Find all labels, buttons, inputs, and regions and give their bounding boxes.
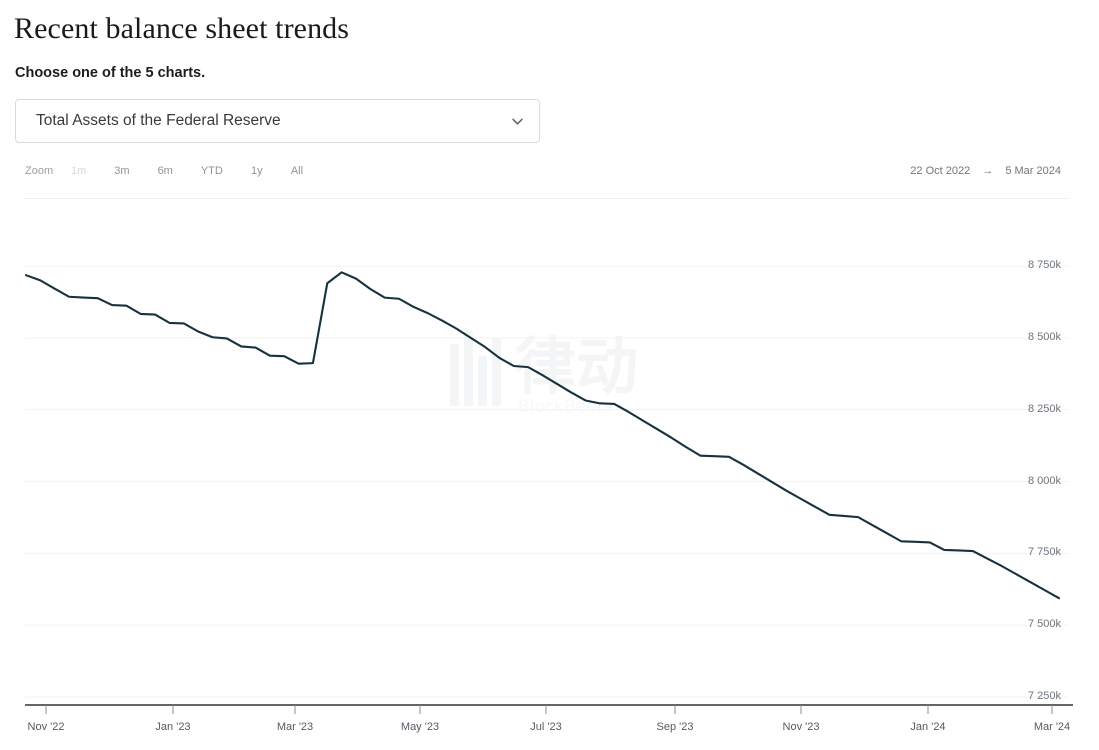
watermark: 律动 BlockBeats — [448, 322, 678, 417]
chart-select[interactable]: Total Assets of the Federal Reserve — [15, 99, 540, 143]
page-root: Recent balance sheet trends Choose one o… — [0, 0, 1099, 750]
x-tick-label: Mar '23 — [276, 721, 314, 733]
chart-gridlines — [25, 265, 1069, 698]
page-title: Recent balance sheet trends — [14, 12, 350, 45]
chart-select-value: Total Assets of the Federal Reserve — [36, 112, 281, 129]
zoom-button-1y[interactable]: 1y — [242, 162, 272, 180]
zoom-button-6m[interactable]: 6m — [149, 162, 182, 180]
y-tick-label: 8 250k — [1027, 402, 1061, 415]
y-tick-label: 7 250k — [1027, 690, 1061, 702]
x-tick-label: Jan '24 — [910, 721, 946, 733]
x-tick-label: Nov '23 — [782, 721, 820, 733]
zoom-button-ytd[interactable]: YTD — [192, 162, 232, 180]
date-range-to[interactable]: 5 Mar 2024 — [1005, 165, 1061, 177]
x-tick-label: Jan '23 — [155, 721, 191, 733]
x-tick-label: Nov '22 — [27, 721, 65, 733]
zoom-button-all[interactable]: All — [282, 162, 312, 180]
x-tick-label: Mar '24 — [1033, 721, 1071, 733]
x-tick-label: Jul '23 — [530, 721, 562, 733]
y-tick-label: 8 750k — [1027, 259, 1061, 271]
y-tick-label: 8 000k — [1027, 474, 1061, 487]
date-range-arrow-icon: → — [982, 165, 994, 177]
date-range-from[interactable]: 22 Oct 2022 — [910, 165, 970, 177]
chart-x-axis — [25, 704, 1073, 714]
page-subtitle: Choose one of the 5 charts. — [15, 65, 206, 81]
zoom-button-3m[interactable]: 3m — [105, 162, 138, 180]
chart-series-group — [24, 271, 1061, 600]
zoom-label: Zoom — [25, 165, 54, 177]
chevron-down-icon — [511, 115, 524, 128]
range-selector-bar: Zoom 1m 3m 6m YTD 1y All 22 Oct 2022 → 5… — [0, 158, 1099, 186]
range-bar-divider — [25, 198, 1069, 199]
zoom-button-1m[interactable]: 1m — [62, 162, 95, 180]
x-tick-label: May '23 — [400, 721, 440, 733]
zoom-button-group: 1m 3m 6m YTD 1y All — [62, 158, 322, 184]
svg-text:BlockBeats: BlockBeats — [518, 397, 612, 417]
y-tick-label: 7 500k — [1027, 618, 1061, 631]
x-tick-label: Sep '23 — [656, 721, 694, 733]
watermark-text: 律动 — [514, 330, 638, 403]
y-tick-label: 8 500k — [1027, 330, 1061, 343]
y-tick-label: 7 750k — [1027, 546, 1061, 559]
chart-line-series — [24, 271, 1061, 600]
date-range-display: 22 Oct 2022 → 5 Mar 2024 — [910, 158, 1061, 184]
